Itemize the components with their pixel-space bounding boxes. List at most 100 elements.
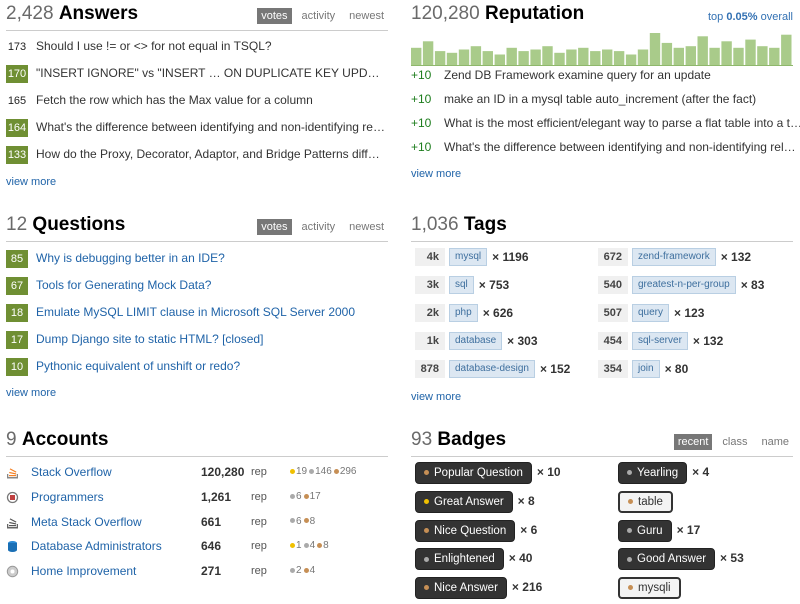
- reputation-graph-bar[interactable]: [697, 36, 708, 66]
- reputation-graph-bar[interactable]: [709, 47, 720, 66]
- reputation-graph-bar[interactable]: [446, 52, 458, 66]
- reputation-graph-bar[interactable]: [613, 51, 625, 66]
- reputation-graph-bar[interactable]: [602, 49, 613, 67]
- account-row[interactable]: Home Improvement 271 rep 2 4: [6, 562, 386, 580]
- reputation-graph-bar[interactable]: [625, 54, 637, 67]
- badges-tab-name[interactable]: name: [757, 434, 793, 450]
- answer-row[interactable]: 170 "INSERT IGNORE" vs "INSERT … ON DUPLI…: [6, 64, 380, 83]
- badge-link[interactable]: mysqli: [618, 577, 681, 599]
- tag-link[interactable]: database-design: [449, 360, 535, 378]
- questions-tab-activity[interactable]: activity: [298, 219, 340, 235]
- answers-tab-activity[interactable]: activity: [298, 8, 340, 24]
- tags-view-more-link[interactable]: view more: [411, 391, 461, 403]
- badge-link[interactable]: Nice Answer: [415, 577, 507, 599]
- answer-row[interactable]: 164 What's the difference between identif…: [6, 118, 385, 137]
- answer-title-link[interactable]: How do the Proxy, Decorator, Adaptor, an…: [36, 147, 380, 161]
- answer-row[interactable]: 165 Fetch the row which has the Max value…: [6, 91, 313, 109]
- reputation-graph-bar[interactable]: [542, 46, 553, 66]
- badge-link[interactable]: Good Answer: [618, 548, 716, 571]
- questions-view-more-link[interactable]: view more: [6, 387, 56, 399]
- badge-link[interactable]: Great Answer: [415, 490, 513, 513]
- question-row[interactable]: 18 Emulate MySQL LIMIT clause in Microsof…: [6, 303, 355, 322]
- answers-view-more-link[interactable]: view more: [6, 176, 56, 188]
- reputation-graph-bar[interactable]: [458, 49, 470, 67]
- question-title-link[interactable]: Why is debugging better in an IDE?: [36, 251, 225, 265]
- question-title-link[interactable]: Dump Django site to static HTML? [closed…: [36, 332, 263, 346]
- question-title-link[interactable]: Emulate MySQL LIMIT clause in Microsoft …: [36, 305, 355, 319]
- reputation-graph-bar[interactable]: [733, 47, 744, 66]
- badge-link[interactable]: Popular Question: [415, 462, 532, 484]
- account-site-link[interactable]: Programmers: [31, 488, 104, 506]
- questions-tab-votes[interactable]: votes: [257, 219, 292, 235]
- reputation-graph-bar[interactable]: [434, 51, 446, 66]
- question-row[interactable]: 67 Tools for Generating Mock Data?: [6, 276, 211, 295]
- reputation-graph-bar[interactable]: [578, 47, 589, 66]
- reputation-graph-bar[interactable]: [411, 47, 422, 66]
- tag-link[interactable]: query: [632, 304, 670, 322]
- answer-row[interactable]: 133 How do the Proxy, Decorator, Adaptor,…: [6, 145, 380, 164]
- answer-title-link[interactable]: What's the difference between identifyin…: [36, 120, 385, 134]
- tag-link[interactable]: mysql: [449, 248, 488, 266]
- badge-link[interactable]: Nice Question: [415, 519, 516, 542]
- reputation-post-link[interactable]: make an ID in a mysql table auto_increme…: [444, 92, 756, 106]
- tag-link[interactable]: php: [449, 304, 478, 322]
- reputation-row[interactable]: +10 make an ID in a mysql table auto_incr…: [411, 91, 756, 107]
- answer-title-link[interactable]: Fetch the row which has the Max value fo…: [36, 93, 313, 107]
- reputation-row[interactable]: +10 What is the most efficient/elegant wa…: [411, 115, 800, 131]
- reputation-graph-bar[interactable]: [757, 46, 768, 66]
- tag-link[interactable]: zend-framework: [632, 248, 716, 266]
- reputation-graph-bar[interactable]: [422, 41, 434, 66]
- reputation-graph-bar[interactable]: [673, 47, 684, 66]
- tag-link[interactable]: database: [449, 332, 503, 350]
- reputation-graph-bar[interactable]: [554, 52, 565, 66]
- question-title-link[interactable]: Tools for Generating Mock Data?: [36, 278, 211, 292]
- account-row[interactable]: Stack Overflow 120,280 rep 19 146 296: [6, 463, 386, 481]
- account-site-link[interactable]: Stack Overflow: [31, 463, 112, 481]
- account-site-link[interactable]: Home Improvement: [31, 562, 136, 580]
- badge-link[interactable]: Enlightened: [415, 548, 504, 571]
- answers-tab-newest[interactable]: newest: [345, 8, 388, 24]
- account-row[interactable]: Meta Stack Overflow 661 rep 6 8: [6, 513, 386, 531]
- question-row[interactable]: 10 Pythonic equivalent of unshift or redo…: [6, 357, 240, 376]
- tag-link[interactable]: sql-server: [632, 332, 688, 350]
- reputation-row[interactable]: +10 Zend DB Framework examine query for a…: [411, 67, 711, 83]
- answer-title-link[interactable]: Should I use != or <> for not equal in T…: [36, 39, 272, 53]
- questions-tab-newest[interactable]: newest: [345, 219, 388, 235]
- badges-tab-class[interactable]: class: [718, 434, 751, 450]
- badge-link[interactable]: Yearling: [618, 462, 688, 484]
- reputation-graph-bar[interactable]: [470, 46, 482, 66]
- answer-title-link[interactable]: "INSERT IGNORE" vs "INSERT … ON DUPLICAT…: [36, 66, 380, 80]
- badges-tab-recent[interactable]: recent: [673, 434, 713, 450]
- reputation-graph-bar[interactable]: [661, 42, 673, 66]
- reputation-graph-bar[interactable]: [590, 51, 601, 66]
- badge-link[interactable]: Guru: [618, 519, 672, 542]
- reputation-view-more-link[interactable]: view more: [411, 168, 461, 180]
- reputation-post-link[interactable]: What is the most efficient/elegant way t…: [444, 116, 800, 130]
- reputation-post-link[interactable]: What's the difference between identifyin…: [444, 140, 796, 154]
- account-site-link[interactable]: Database Administrators: [31, 537, 162, 555]
- reputation-graph-bar[interactable]: [745, 39, 756, 66]
- reputation-post-link[interactable]: Zend DB Framework examine query for an u…: [444, 68, 711, 82]
- reputation-row[interactable]: +10 What's the difference between identif…: [411, 139, 796, 155]
- account-row[interactable]: Database Administrators 646 rep 1 4 8: [6, 537, 386, 555]
- reputation-graph[interactable]: [411, 33, 793, 66]
- question-title-link[interactable]: Pythonic equivalent of unshift or redo?: [36, 359, 240, 373]
- reputation-graph-bar[interactable]: [637, 49, 649, 67]
- tag-link[interactable]: sql: [449, 276, 474, 294]
- account-site-link[interactable]: Meta Stack Overflow: [31, 513, 142, 531]
- reputation-rank[interactable]: top 0.05% overall: [708, 11, 793, 23]
- question-row[interactable]: 17 Dump Django site to static HTML? [clos…: [6, 330, 263, 349]
- answers-tab-votes[interactable]: votes: [257, 8, 292, 24]
- account-row[interactable]: Programmers 1,261 rep 6 17: [6, 488, 386, 506]
- tag-link[interactable]: join: [632, 360, 660, 378]
- reputation-graph-bar[interactable]: [781, 34, 792, 66]
- reputation-graph-bar[interactable]: [506, 47, 517, 66]
- reputation-graph-bar[interactable]: [518, 51, 529, 66]
- reputation-graph-bar[interactable]: [494, 54, 505, 67]
- reputation-graph-bar[interactable]: [685, 46, 696, 66]
- reputation-graph-bar[interactable]: [482, 51, 493, 66]
- answer-row[interactable]: 173 Should I use != or <> for not equal i…: [6, 37, 272, 55]
- tag-link[interactable]: greatest-n-per-group: [632, 276, 736, 294]
- reputation-graph-bar[interactable]: [649, 33, 661, 66]
- reputation-graph-bar[interactable]: [566, 49, 577, 67]
